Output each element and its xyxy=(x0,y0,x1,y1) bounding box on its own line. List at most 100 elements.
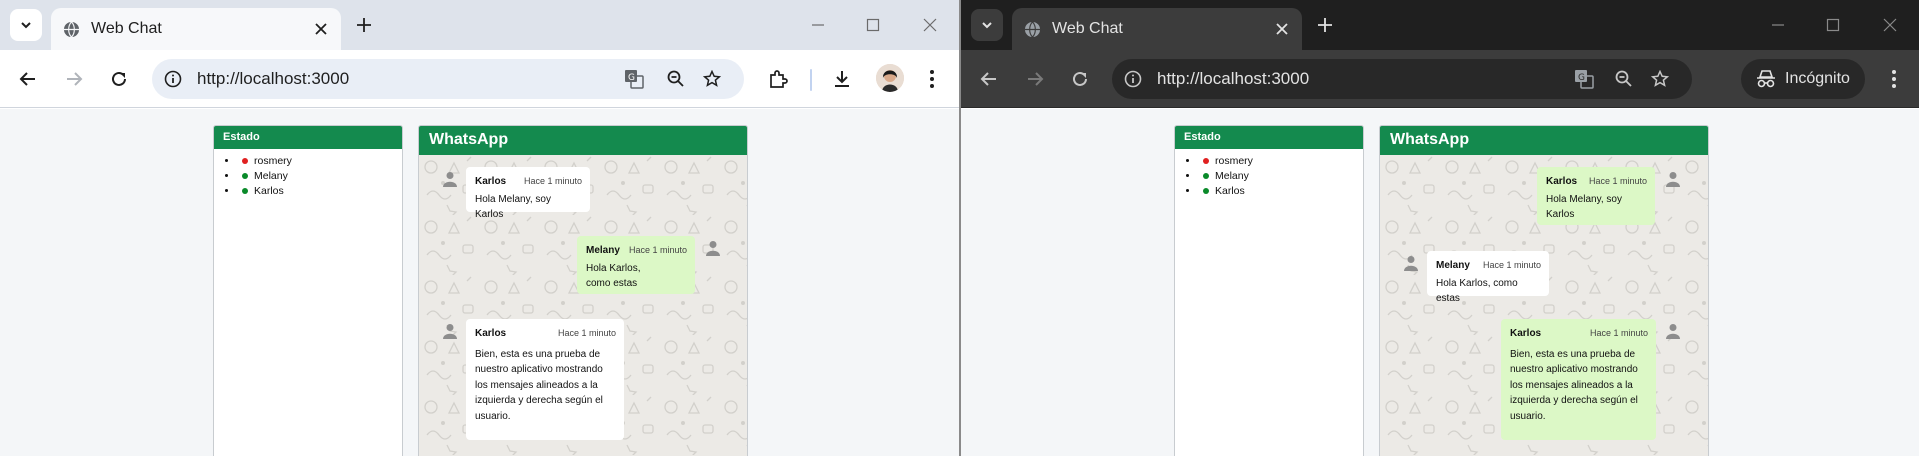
puzzle-icon xyxy=(770,70,788,88)
message-author: Melany xyxy=(1436,260,1470,271)
estado-panel: Estado rosmery Melany Karlos xyxy=(213,125,403,456)
user-avatar-icon xyxy=(706,241,720,256)
zoom-out-icon xyxy=(667,70,684,87)
message-time: Hace 1 minuto xyxy=(523,176,582,186)
close-icon xyxy=(315,23,327,35)
forward-button[interactable] xyxy=(62,67,86,91)
close-icon xyxy=(1276,23,1288,35)
back-button[interactable] xyxy=(16,67,40,91)
more-vert-icon xyxy=(1892,70,1896,88)
toolbar-divider xyxy=(810,69,812,91)
message-author: Melany xyxy=(586,245,620,256)
address-bar[interactable]: http://localhost:3000 G xyxy=(1112,59,1692,99)
url-text: http://localhost:3000 xyxy=(197,69,350,88)
tab-strip: Web Chat xyxy=(961,0,1919,50)
close-window-button[interactable] xyxy=(1878,13,1902,37)
message-time: Hace 1 minuto xyxy=(628,245,687,255)
translate-button[interactable]: G xyxy=(622,67,646,91)
svg-text:G: G xyxy=(1578,73,1585,83)
close-tab-button[interactable] xyxy=(1272,19,1292,39)
avatar-icon xyxy=(876,64,904,92)
page-content: Estado rosmery Melany Karlos WhatsApp Ka… xyxy=(0,109,959,456)
chat-panel: WhatsApp Karlos Hace 1 minuto Hola Melan… xyxy=(1379,125,1709,456)
user-list-item: Karlos xyxy=(238,184,402,199)
message-bubble: Melany Hace 1 minuto Hola Karlos, como e… xyxy=(1427,251,1549,304)
zoom-button[interactable] xyxy=(664,67,688,91)
star-icon xyxy=(1651,70,1669,87)
address-bar[interactable]: http://localhost:3000 G xyxy=(152,59,744,99)
new-tab-button[interactable] xyxy=(352,13,376,37)
maximize-button[interactable] xyxy=(1821,13,1845,37)
bookmark-button[interactable] xyxy=(1648,67,1672,91)
chevron-down-icon xyxy=(21,22,31,29)
status-dot xyxy=(242,157,248,164)
new-tab-button[interactable] xyxy=(1313,13,1337,37)
profile-avatar[interactable] xyxy=(876,64,904,92)
reload-button[interactable] xyxy=(107,67,131,91)
message-time: Hace 1 minuto xyxy=(557,328,616,338)
user-list-item: Karlos xyxy=(1199,184,1363,199)
message-time: Hace 1 minuto xyxy=(1482,260,1541,270)
user-list-item: rosmery xyxy=(1199,154,1363,169)
reload-button[interactable] xyxy=(1068,67,1092,91)
minimize-button[interactable] xyxy=(1766,13,1790,37)
menu-button[interactable] xyxy=(920,67,944,91)
message-bubble: Karlos Hace 1 minuto Hola Melany, soy Ka… xyxy=(1537,167,1655,225)
page-content: Estado rosmery Melany Karlos WhatsApp Ka… xyxy=(961,109,1919,456)
tab-search-button[interactable] xyxy=(10,9,42,41)
forward-button[interactable] xyxy=(1023,67,1047,91)
url-text: http://localhost:3000 xyxy=(1157,69,1310,88)
message-text: Hola Karlos, como estas xyxy=(586,262,641,290)
message-text: Hola Karlos, como estas xyxy=(1436,277,1518,305)
estado-panel: Estado rosmery Melany Karlos xyxy=(1174,125,1364,456)
message-bubble: Melany Hace 1 minuto Hola Karlos, como e… xyxy=(577,236,695,294)
message-bubble: Karlos Hace 1 minuto Bien, esta es una p… xyxy=(466,319,624,440)
menu-button[interactable] xyxy=(1882,67,1906,91)
minimize-icon xyxy=(812,24,824,26)
plus-icon xyxy=(1318,18,1332,32)
downloads-button[interactable] xyxy=(830,67,854,91)
incognito-badge[interactable]: Incógnito xyxy=(1741,59,1865,99)
extensions-button[interactable] xyxy=(766,67,790,91)
zoom-out-icon xyxy=(1615,70,1632,87)
tab-title: Web Chat xyxy=(1052,20,1123,37)
maximize-button[interactable] xyxy=(861,13,885,37)
tab-web-chat[interactable]: Web Chat xyxy=(1012,8,1302,50)
back-button[interactable] xyxy=(977,67,1001,91)
close-tab-button[interactable] xyxy=(311,19,331,39)
message-time: Hace 1 minuto xyxy=(1589,328,1648,338)
arrow-right-icon xyxy=(1028,72,1044,86)
translate-icon: G xyxy=(1575,70,1594,89)
message-bubble: Karlos Hace 1 minuto Hola Melany, soy Ka… xyxy=(466,167,590,220)
site-info-icon[interactable] xyxy=(1124,70,1142,88)
more-vert-icon xyxy=(930,70,934,88)
bookmark-button[interactable] xyxy=(700,67,724,91)
reload-icon xyxy=(112,71,126,86)
incognito-icon xyxy=(1757,70,1775,88)
user-list-item: Melany xyxy=(238,169,402,184)
close-icon xyxy=(1883,18,1897,32)
minimize-button[interactable] xyxy=(806,13,830,37)
chat-body[interactable]: Karlos Hace 1 minuto Hola Melany, soy Ka… xyxy=(1380,155,1708,456)
arrow-left-icon xyxy=(980,72,996,86)
toolbar: http://localhost:3000 G xyxy=(0,50,959,108)
svg-text:G: G xyxy=(628,73,635,83)
user-name: rosmery xyxy=(1215,155,1253,167)
user-avatar-icon xyxy=(1666,324,1680,339)
tab-search-button[interactable] xyxy=(971,9,1003,41)
globe-icon xyxy=(1024,21,1041,38)
close-window-button[interactable] xyxy=(918,13,942,37)
tab-web-chat[interactable]: Web Chat xyxy=(51,8,341,50)
translate-button[interactable]: G xyxy=(1572,67,1596,91)
status-dot xyxy=(1203,172,1209,179)
incognito-label: Incógnito xyxy=(1785,70,1850,87)
status-dot xyxy=(242,172,248,179)
message-author: Karlos xyxy=(475,328,507,339)
message-text: Bien, esta es una prueba de nuestro apli… xyxy=(1510,348,1638,422)
star-icon xyxy=(703,70,721,87)
zoom-button[interactable] xyxy=(1612,67,1636,91)
chat-body[interactable]: Karlos Hace 1 minuto Hola Melany, soy Ka… xyxy=(419,155,747,456)
maximize-icon xyxy=(1826,18,1840,32)
site-info-icon[interactable] xyxy=(164,70,182,88)
message-author: Karlos xyxy=(1510,328,1542,339)
